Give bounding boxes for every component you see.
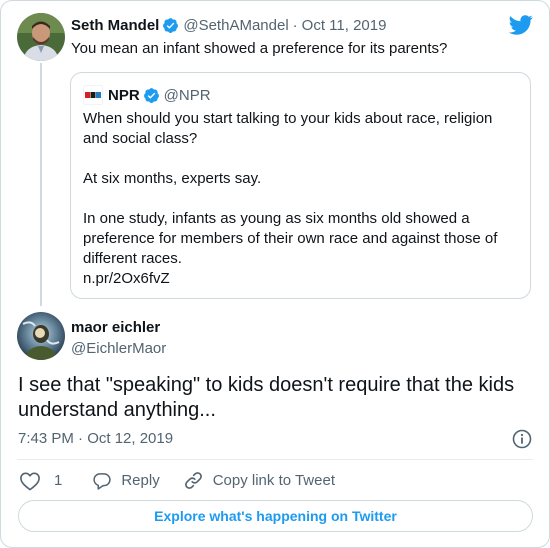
embedded-tweet-card: Seth Mandel @SethAMandel · Oct 11, 2019 …: [0, 0, 550, 548]
quoted-text-line: different races.: [83, 250, 182, 267]
heart-icon: [20, 471, 40, 490]
reply-author-name[interactable]: maor eichler: [71, 319, 160, 336]
reply-text-line: I see that "speaking" to kids doesn't re…: [18, 374, 515, 396]
reply-tweet-text: I see that "speaking" to kids doesn't re…: [18, 373, 528, 423]
tweet-timestamp[interactable]: 7:43 PM · Oct 12, 2019: [18, 430, 173, 447]
verified-badge-icon: [143, 87, 159, 103]
tweet-actions: 1 Reply Copy link to Tweet: [19, 470, 335, 491]
reply-author-handle[interactable]: @EichlerMaor: [71, 340, 166, 357]
quoted-tweet-body: When should you start talking to your ki…: [83, 109, 513, 289]
parent-tweet-header: Seth Mandel @SethAMandel · Oct 11, 2019: [71, 17, 386, 34]
avatar-maor-eichler[interactable]: [17, 312, 65, 360]
avatar-seth-mandel[interactable]: [17, 13, 65, 61]
thread-connector-line: [40, 63, 42, 306]
quoted-text-line: and social class?: [83, 130, 198, 147]
quoted-text-line: In one study, infants as young as six mo…: [83, 210, 470, 227]
twitter-logo-icon[interactable]: [509, 15, 533, 35]
quoted-text-line: At six months, experts say.: [83, 170, 262, 187]
like-count: 1: [54, 472, 63, 489]
npr-logo-icon: [83, 85, 103, 105]
parent-tweet-text: You mean an infant showed a preference f…: [71, 40, 448, 57]
header-separator: ·: [292, 17, 298, 34]
info-icon[interactable]: [511, 428, 533, 450]
copy-link-action[interactable]: Copy link to Tweet: [183, 470, 335, 491]
divider: [17, 459, 533, 460]
quoted-author-handle[interactable]: @NPR: [164, 87, 211, 104]
quoted-author-name[interactable]: NPR: [108, 87, 140, 104]
explore-twitter-button[interactable]: Explore what's happening on Twitter: [18, 500, 533, 532]
parent-author-name[interactable]: Seth Mandel: [71, 17, 159, 34]
reply-icon: [93, 472, 112, 490]
parent-tweet-date[interactable]: Oct 11, 2019: [302, 17, 387, 34]
parent-author-handle[interactable]: @SethAMandel: [183, 17, 288, 34]
reply-action[interactable]: Reply: [92, 471, 160, 491]
reply-label: Reply: [121, 472, 160, 489]
quoted-text-line: When should you start talking to your ki…: [83, 110, 493, 127]
like-action[interactable]: 1: [19, 471, 62, 491]
quoted-tweet-header: NPR @NPR: [83, 85, 211, 105]
quoted-text-line: preference for members of their own race…: [83, 230, 498, 247]
link-icon: [184, 472, 202, 489]
quoted-link[interactable]: n.pr/2Ox6fvZ: [83, 269, 513, 289]
quoted-tweet[interactable]: NPR @NPR When should you start talking t…: [70, 72, 531, 299]
verified-badge-icon: [163, 18, 179, 33]
copy-link-label: Copy link to Tweet: [212, 472, 335, 489]
reply-text-line: understand anything...: [18, 399, 216, 421]
